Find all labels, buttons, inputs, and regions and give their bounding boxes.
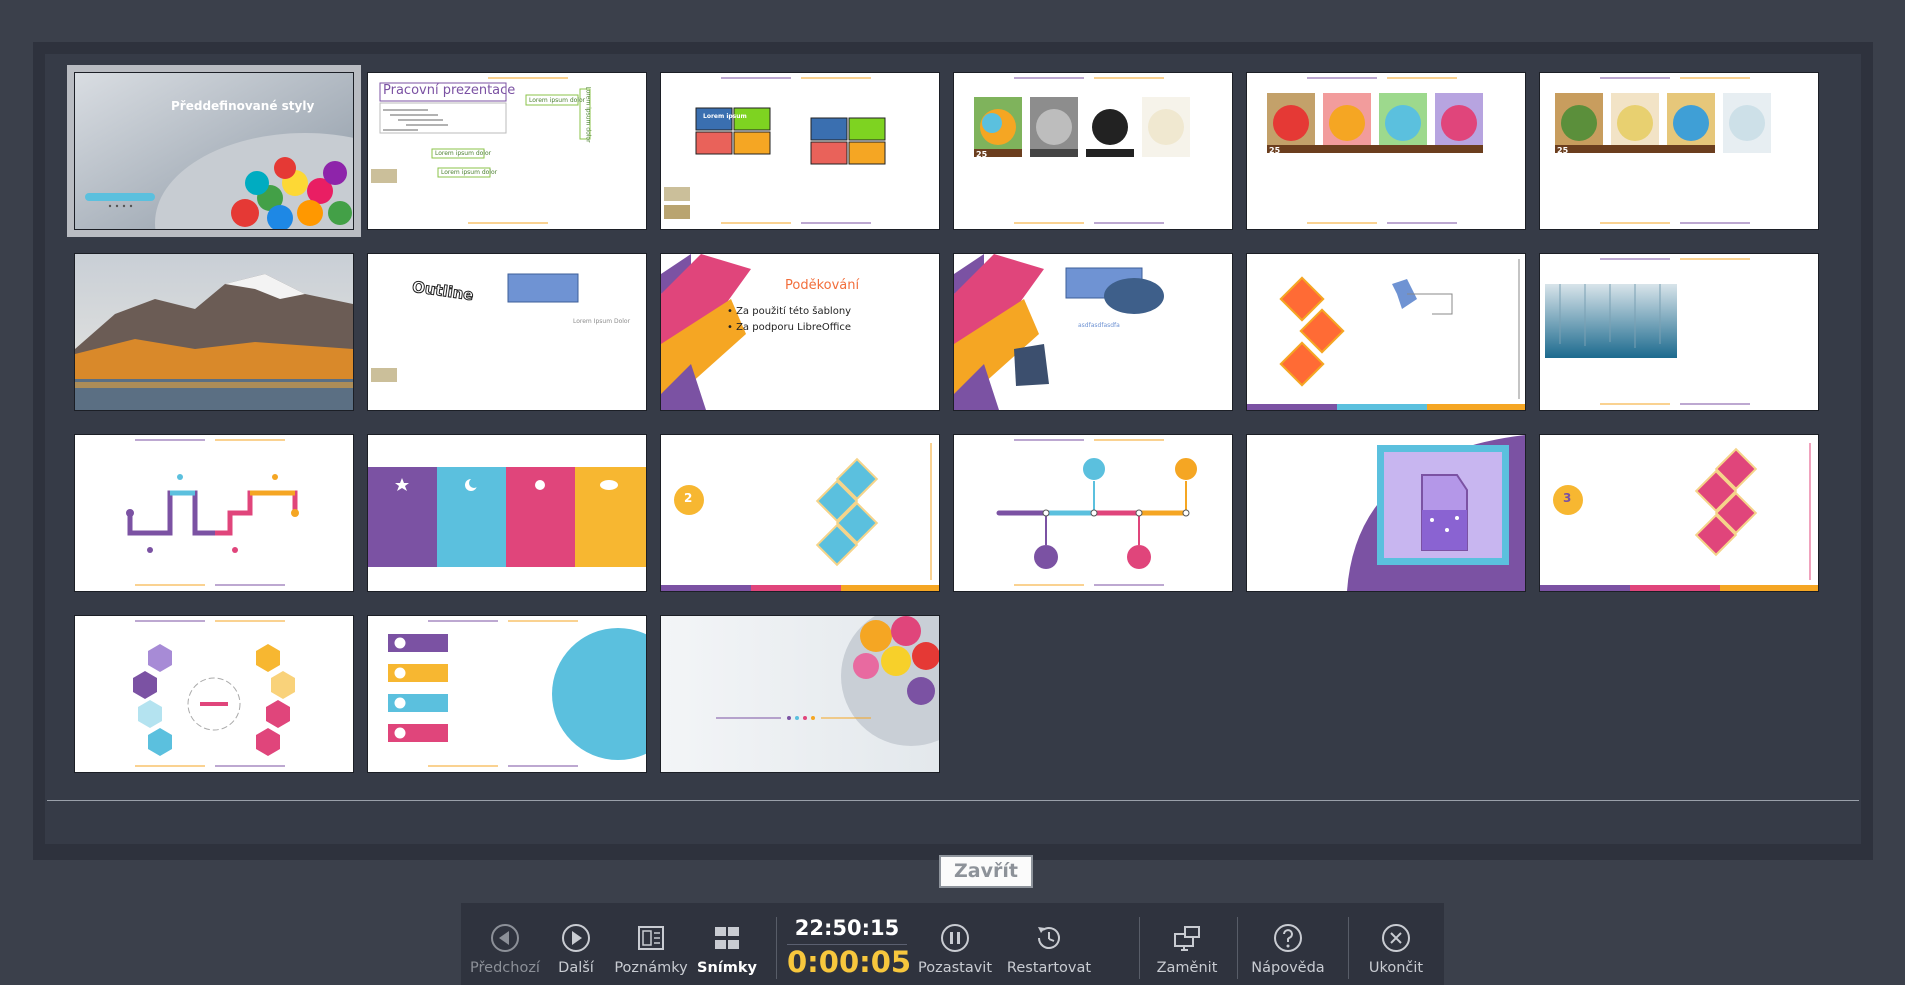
slide-title: Poděkování — [785, 278, 860, 293]
slide-thumbnail-18[interactable]: 3 — [1539, 434, 1819, 592]
slide-thumbnail-15[interactable]: 2 — [660, 434, 940, 592]
separator — [1139, 917, 1140, 979]
slide-thumbnail-12[interactable] — [1539, 253, 1819, 411]
slide-thumbnail-17[interactable] — [1246, 434, 1526, 592]
slide-thumbnail-6[interactable]: 25 — [1539, 72, 1819, 230]
slide-thumbnail-11[interactable] — [1246, 253, 1526, 411]
slide-thumbnail-20[interactable] — [367, 615, 647, 773]
slide-thumbnail-19[interactable] — [74, 615, 354, 773]
slide-number: 3 — [1563, 491, 1572, 505]
slide-thumbnail-4[interactable]: 25 — [953, 72, 1233, 230]
slide-grid: Předdefinované styly Pracovní prezentace… — [45, 54, 1861, 844]
slide-bullet-1: • Za použití této šablony — [727, 306, 852, 317]
slides-grid-icon — [715, 927, 739, 949]
slide-thumbnail-16[interactable] — [953, 434, 1233, 592]
restart-label: Restartovat — [1006, 960, 1092, 976]
slide-thumbnail-13[interactable] — [74, 434, 354, 592]
slide-thumbnail-9[interactable]: Poděkování • Za použití této šablony • Z… — [660, 253, 940, 411]
previous-button[interactable]: Předchozí — [469, 903, 541, 985]
slide-thumbnail-1[interactable]: Předdefinované styly — [74, 72, 354, 230]
separator — [776, 917, 777, 979]
slide-side-text: Lorem ipsum dolor — [584, 86, 592, 143]
slide-number: 2 — [684, 491, 693, 505]
slide-thumbnail-8[interactable]: Outline Lorem Ipsum Dolor — [367, 253, 647, 411]
slide-bullet-2: • Za podporu LibreOffice — [727, 322, 852, 333]
slide-caption: asdfasdfasdfa — [1078, 322, 1120, 329]
pause-label: Pozastavit — [917, 960, 992, 976]
slide-caption: Lorem Ipsum Dolor — [573, 318, 631, 325]
slide-box-label: Lorem ipsum — [703, 113, 747, 120]
slide-box-2: Lorem ipsum dolor — [441, 169, 498, 176]
slide-thumbnail-14[interactable] — [367, 434, 647, 592]
slide-sorter-panel: Předdefinované styly Pracovní prezentace… — [33, 42, 1873, 888]
exchange-button[interactable]: Zaměnit — [1147, 903, 1227, 985]
slide-callout: Lorem ipsum dolor — [529, 97, 586, 104]
slide-thumbnail-7[interactable] — [74, 253, 354, 411]
help-label: Nápověda — [1251, 960, 1325, 976]
notes-icon — [638, 926, 664, 950]
exchange-screens-icon — [1174, 926, 1200, 951]
pause-icon — [941, 924, 969, 952]
close-button[interactable]: Zavřít — [939, 855, 1033, 888]
help-button[interactable]: Nápověda — [1245, 903, 1331, 985]
slides-label: Snímky — [697, 960, 757, 976]
previous-icon — [491, 924, 519, 952]
help-icon — [1274, 924, 1302, 952]
slide-badge: 25 — [976, 150, 988, 159]
slide-title: Pracovní prezentace — [383, 83, 516, 98]
next-icon — [562, 924, 590, 952]
divider — [47, 800, 1859, 801]
clock-display: 22:50:15 — [794, 916, 900, 940]
slide-box-1: Lorem ipsum dolor — [435, 150, 492, 157]
elapsed-timer: 0:00:05 — [787, 944, 912, 979]
restart-icon — [1038, 927, 1060, 949]
slide-thumbnail-21[interactable] — [660, 615, 940, 773]
slides-button[interactable]: Snímky — [691, 903, 763, 985]
restart-button[interactable]: Restartovat — [999, 903, 1099, 985]
slide-thumbnail-2[interactable]: Pracovní prezentace Lorem ipsum dolor Lo… — [367, 72, 647, 230]
slide-title: Předdefinované styly — [171, 99, 315, 113]
pause-button[interactable]: Pozastavit — [911, 903, 999, 985]
notes-label: Poznámky — [614, 960, 688, 976]
separator — [1237, 917, 1238, 979]
slide-badge: 25 — [1557, 146, 1569, 155]
slide-thumbnail-3[interactable]: Lorem ipsum — [660, 72, 940, 230]
exchange-label: Zaměnit — [1156, 960, 1218, 976]
slide-thumbnail-5[interactable]: 25 — [1246, 72, 1526, 230]
previous-label: Předchozí — [470, 960, 540, 976]
next-label: Další — [558, 960, 594, 976]
next-button[interactable]: Další — [541, 903, 611, 985]
notes-button[interactable]: Poznámky — [611, 903, 691, 985]
exit-label: Ukončit — [1368, 960, 1424, 976]
exit-button[interactable]: Ukončit — [1356, 903, 1436, 985]
slide-thumbnail-10[interactable]: asdfasdfasdfa — [953, 253, 1233, 411]
presenter-toolbar: Předchozí Další Poznámky Snímky 22:50:15… — [461, 903, 1444, 985]
close-icon — [1382, 924, 1410, 952]
slide-badge: 25 — [1269, 146, 1281, 155]
separator — [1348, 917, 1349, 979]
